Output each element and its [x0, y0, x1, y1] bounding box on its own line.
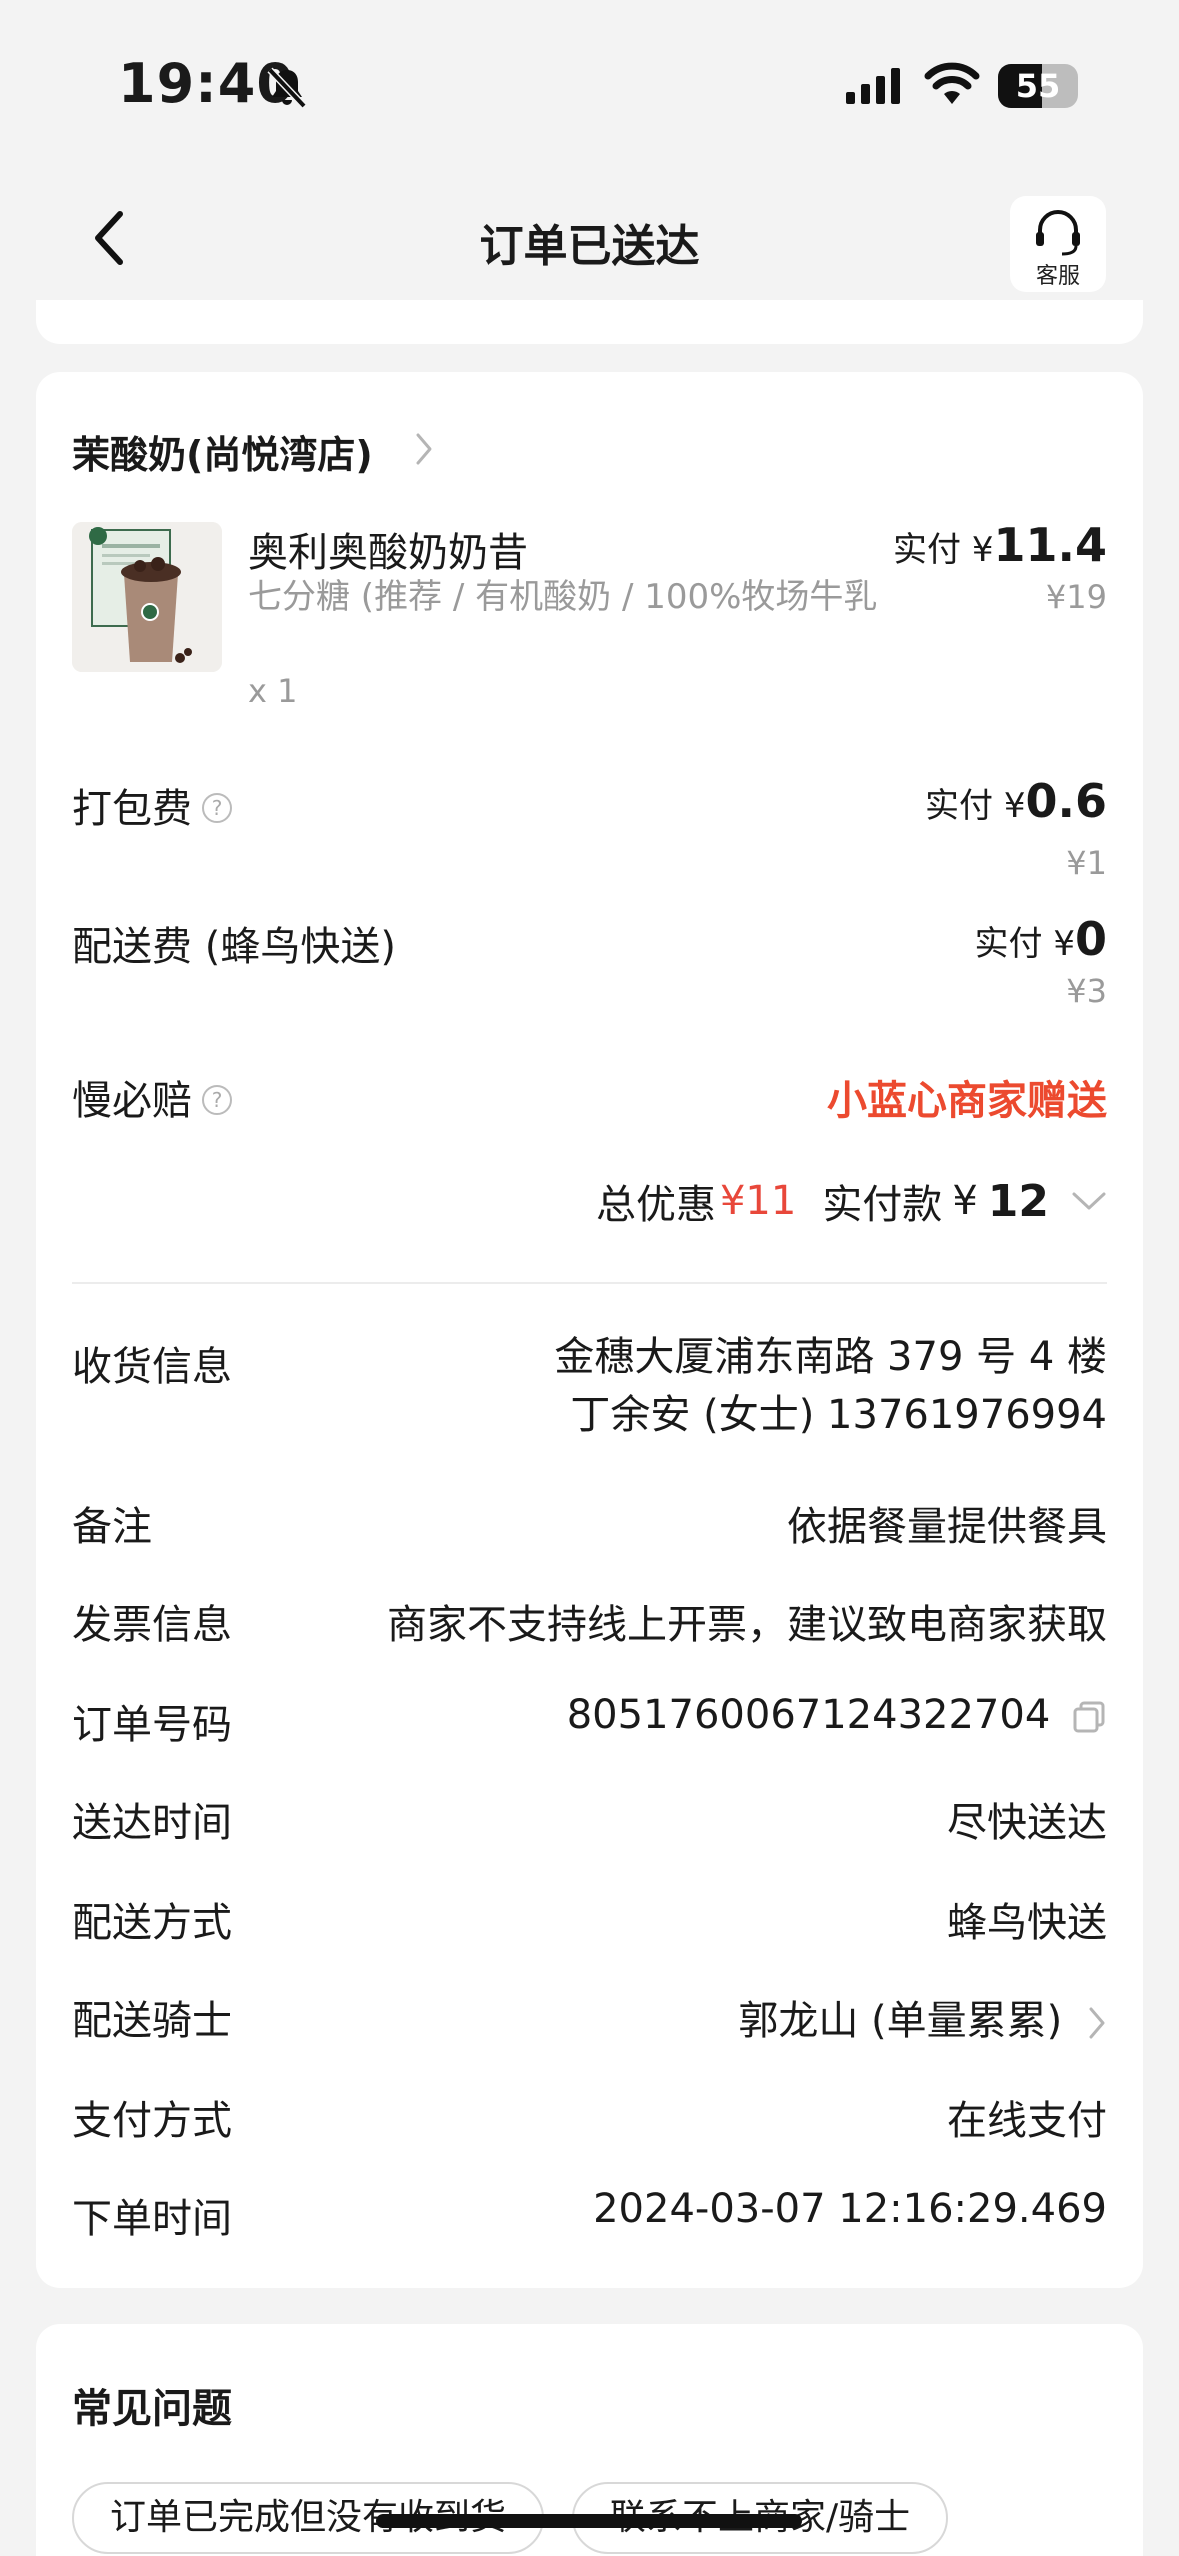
product-spec: 七分糖 (推荐 / 有机酸奶 / 100%牧场牛乳 [248, 577, 878, 617]
delivery-fee-original: ¥3 [1066, 972, 1107, 1010]
battery-level: 55 [1015, 67, 1061, 105]
order-number-value: 8051760067124322704 [566, 1692, 1051, 1738]
divider [72, 1282, 1107, 1284]
product-image[interactable] [72, 522, 222, 672]
chevron-right-icon[interactable] [1087, 2006, 1107, 2040]
product-quantity: x 1 [248, 672, 298, 710]
wifi-icon [924, 62, 980, 104]
product-name[interactable]: 奥利奥酸奶奶昔 [248, 520, 528, 578]
total-discount: ¥11 [719, 1178, 797, 1224]
packing-fee-original: ¥1 [1066, 844, 1107, 882]
nav-bar: 订单已送达 客服 [0, 160, 1179, 310]
customer-service-label: 客服 [1035, 264, 1080, 289]
status-bar: 19:40 55 [0, 0, 1179, 160]
faq-title: 常见问题 [72, 2386, 232, 2432]
customer-service-button[interactable]: 客服 [1010, 196, 1106, 292]
bell-muted-icon [267, 67, 307, 109]
shop-name[interactable]: 茉酸奶(尚悦湾店) [72, 424, 373, 479]
product-original-price: ¥19 [1045, 578, 1107, 616]
cellular-signal-icon [846, 68, 900, 104]
order-detail-card: 茉酸奶(尚悦湾店) 奥利奥酸奶奶昔 七分糖 (推荐 / 有机酸奶 / 100%牧… [36, 372, 1143, 2288]
payment-summary[interactable]: 总优惠 ¥11 实付款 ¥ 12 [596, 1172, 1107, 1230]
copy-icon[interactable] [1071, 1699, 1107, 1735]
battery-icon: 55 [998, 64, 1078, 108]
page-title: 订单已送达 [479, 221, 700, 272]
home-indicator[interactable] [376, 2514, 802, 2528]
address-value: 金穗大厦浦东南路 379 号 4 楼 丁余安 (女士) 13761976994 [554, 1334, 1107, 1438]
delivery-fee-paid: 实付 ¥0 [974, 912, 1107, 966]
headset-icon [1036, 210, 1080, 256]
chevron-down-icon[interactable] [1071, 1191, 1107, 1211]
help-icon[interactable]: ? [202, 1085, 232, 1115]
slow-compensation-label: 慢必赔? [72, 1068, 232, 1126]
help-icon[interactable]: ? [202, 793, 232, 823]
slow-compensation-value: 小蓝心商家赠送 [827, 1078, 1107, 1124]
delivery-fee-label: 配送费 (蜂鸟快送) [72, 924, 396, 970]
packing-fee-label: 打包费? [72, 776, 232, 834]
previous-card-edge [36, 300, 1143, 344]
chevron-right-icon[interactable] [414, 432, 434, 466]
rider-value: 郭龙山 (单量累累) [738, 1998, 1063, 2044]
total-paid: 12 [987, 1175, 1049, 1227]
product-paid-price: 实付 ¥11.4 [893, 518, 1107, 572]
packing-fee-paid: 实付 ¥0.6 [925, 774, 1107, 828]
